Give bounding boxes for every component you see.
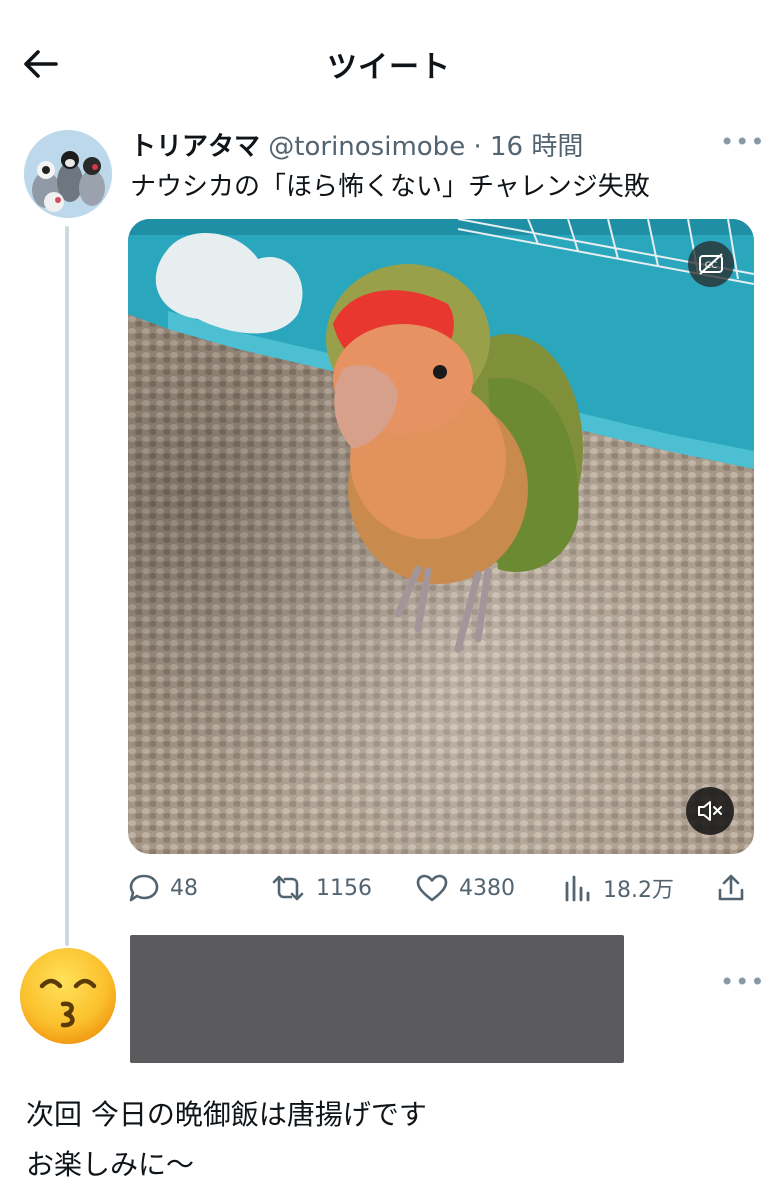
reply-icon — [129, 874, 159, 902]
captions-toggle-button[interactable]: CC — [688, 241, 734, 287]
view-count: 18.2万 — [603, 878, 674, 903]
share-button[interactable] — [716, 866, 746, 910]
heart-icon — [416, 874, 448, 902]
thread-line — [65, 226, 69, 946]
parrot-video-frame — [128, 219, 754, 854]
tweet-text: ナウシカの「ほら怖くない」チャレンジ失敗 — [130, 172, 650, 202]
share-icon — [718, 874, 744, 901]
mute-toggle-button[interactable] — [686, 787, 734, 835]
birds-avatar-image — [24, 130, 112, 218]
handle[interactable]: @torinosimobe — [268, 132, 465, 162]
views-chart-icon — [565, 875, 590, 902]
timestamp[interactable]: 16 時間 — [490, 132, 583, 162]
svg-text:CC: CC — [705, 261, 718, 271]
views-button[interactable]: 18.2万 — [563, 866, 674, 910]
redacted-block — [130, 935, 624, 1063]
caption-line-1: 次回 今日の晩御飯は唐揚げです — [26, 1098, 427, 1131]
display-name[interactable]: トリアタマ — [130, 132, 260, 162]
like-button[interactable]: 4380 — [415, 866, 515, 910]
more-options-button[interactable]: ••• — [720, 128, 764, 158]
reply-button[interactable]: 48 — [128, 866, 198, 910]
like-count: 4380 — [459, 875, 515, 901]
kissing-face-emoji-avatar[interactable] — [18, 946, 118, 1046]
caption-line-2: お楽しみに〜 — [26, 1148, 195, 1181]
retweet-button[interactable]: 1156 — [270, 866, 372, 910]
reply-count: 48 — [170, 875, 198, 901]
volume-muted-icon — [698, 801, 722, 821]
page-title: ツイート — [327, 50, 451, 85]
author-avatar[interactable] — [24, 130, 112, 218]
more-options-button-reply[interactable]: ••• — [720, 968, 764, 998]
retweet-icon — [272, 875, 304, 901]
video-player[interactable] — [128, 219, 754, 854]
caption-text: 次回 今日の晩御飯は唐揚げです お楽しみに〜 — [26, 1090, 427, 1190]
kissing-smiling-eyes-icon — [20, 948, 116, 1044]
tweet-header: トリアタマ @torinosimobe · 16 時間 — [130, 126, 583, 163]
separator-dot: · — [473, 132, 482, 162]
retweet-count: 1156 — [316, 875, 372, 901]
captions-off-icon: CC — [699, 253, 723, 275]
